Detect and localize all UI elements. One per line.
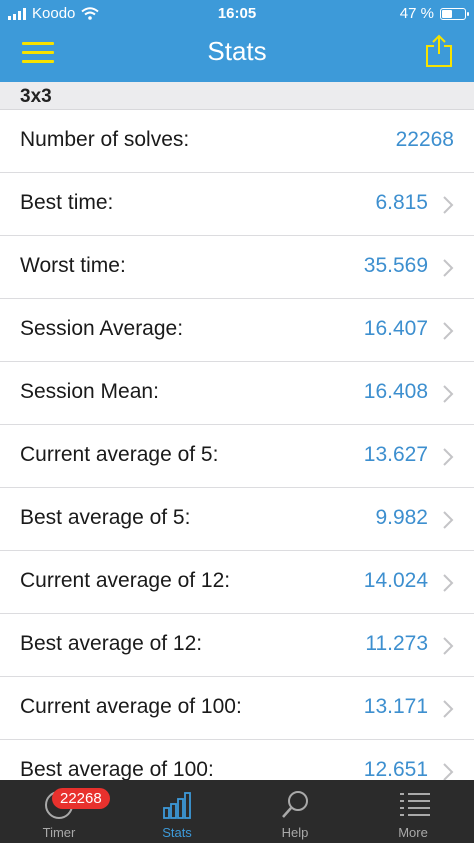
- stat-value: 16.407: [363, 317, 428, 340]
- stat-value: 14.024: [363, 569, 428, 592]
- tab-label: More: [398, 825, 428, 840]
- stat-value: 12.651: [363, 758, 428, 780]
- stat-label: Current average of 5:: [20, 443, 219, 466]
- header: Koodo 16:05 47 % Stats: [0, 0, 474, 82]
- list-icon: [400, 793, 430, 816]
- tab-label: Help: [281, 825, 309, 840]
- share-icon[interactable]: [424, 34, 454, 68]
- tab-label: Stats: [162, 825, 192, 840]
- bar-chart-icon: [163, 792, 191, 819]
- stat-row-session-average[interactable]: Session Average: 16.407: [0, 299, 474, 362]
- chevron-right-icon: [443, 448, 454, 466]
- stat-row-best-ao100[interactable]: Best average of 100: 12.651: [0, 740, 474, 780]
- stat-value: 11.273: [365, 632, 428, 655]
- tab-label: Timer: [42, 825, 76, 840]
- chevron-right-icon: [443, 637, 454, 655]
- stat-row-current-ao5[interactable]: Current average of 5: 13.627: [0, 425, 474, 488]
- stat-row-best-ao5[interactable]: Best average of 5: 9.982: [0, 488, 474, 551]
- battery-icon: [440, 7, 469, 20]
- stat-row-current-ao12[interactable]: Current average of 12: 14.024: [0, 551, 474, 614]
- chevron-right-icon: [443, 700, 454, 718]
- tab-bar: 22268 Timer Stats Help More: [0, 780, 474, 843]
- stat-label: Number of solves:: [20, 128, 190, 151]
- tab-timer[interactable]: 22268 Timer: [0, 780, 118, 843]
- stat-label: Best average of 100:: [20, 758, 214, 780]
- stat-label: Best time:: [20, 191, 114, 214]
- stat-label: Session Mean:: [20, 380, 159, 403]
- stat-label: Best average of 12:: [20, 632, 203, 655]
- stat-row-best-time[interactable]: Best time: 6.815: [0, 173, 474, 236]
- tab-stats[interactable]: Stats: [118, 780, 236, 843]
- search-icon: [282, 791, 308, 818]
- chevron-right-icon: [443, 763, 454, 780]
- stat-value: 13.627: [363, 443, 428, 466]
- chevron-right-icon: [443, 259, 454, 277]
- chevron-right-icon: [443, 574, 454, 592]
- stat-row-best-ao12[interactable]: Best average of 12: 11.273: [0, 614, 474, 677]
- solve-count-badge: 22268: [52, 788, 110, 809]
- chevron-right-icon: [443, 511, 454, 529]
- stat-label: Current average of 100:: [20, 695, 242, 718]
- battery-percent: 47 %: [399, 5, 434, 22]
- stat-row-session-mean[interactable]: Session Mean: 16.408: [0, 362, 474, 425]
- stat-value: 6.815: [375, 191, 428, 214]
- stat-value: 22268: [395, 128, 454, 151]
- stat-value: 9.982: [375, 506, 428, 529]
- section-title: 3x3: [20, 86, 52, 107]
- stats-list[interactable]: Number of solves: 22268 Best time: 6.815…: [0, 110, 474, 780]
- stat-value: 13.171: [363, 695, 428, 718]
- tab-help[interactable]: Help: [236, 780, 354, 843]
- stat-label: Worst time:: [20, 254, 126, 277]
- stat-label: Current average of 12:: [20, 569, 231, 592]
- tab-more[interactable]: More: [354, 780, 472, 843]
- stat-row-current-ao100[interactable]: Current average of 100: 13.171: [0, 677, 474, 740]
- stat-row-worst-time[interactable]: Worst time: 35.569: [0, 236, 474, 299]
- status-bar: Koodo 16:05 47 %: [0, 0, 474, 26]
- stat-value: 16.408: [363, 380, 428, 403]
- page-title: Stats: [207, 36, 267, 66]
- stat-label: Session Average:: [20, 317, 184, 340]
- stat-row-number-of-solves: Number of solves: 22268: [0, 110, 474, 173]
- stat-value: 35.569: [363, 254, 428, 277]
- stat-label: Best average of 5:: [20, 506, 191, 529]
- chevron-right-icon: [443, 196, 454, 214]
- chevron-right-icon: [443, 322, 454, 340]
- section-header: 3x3: [0, 82, 474, 110]
- chevron-right-icon: [443, 385, 454, 403]
